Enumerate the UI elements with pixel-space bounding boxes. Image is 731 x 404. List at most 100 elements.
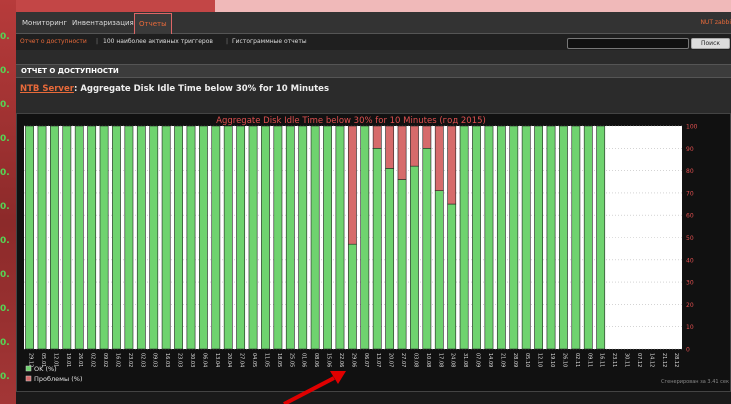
subnav-bar-reports[interactable]: Гистограммные отчеты: [232, 34, 307, 50]
x-tick-label: 31.08: [462, 353, 468, 367]
pink-strip: [215, 0, 731, 12]
x-tick-label: 18.05: [276, 353, 282, 367]
y-tick-label: 10: [686, 324, 694, 331]
bar-ok: [534, 125, 544, 350]
y-tick-label: 100: [686, 124, 698, 131]
legend-label: OK (%): [34, 365, 57, 373]
bar-ok: [310, 125, 320, 350]
x-tick-label: 09.11: [586, 353, 592, 367]
x-tick-label: 26.10: [561, 353, 567, 367]
x-tick-label: 05.10: [524, 353, 530, 367]
y-tick-label: 0: [686, 347, 690, 354]
x-tick-label: 25.05: [288, 353, 294, 367]
bar-ok: [273, 125, 283, 350]
y-tick-label: 60: [686, 213, 694, 220]
search-button[interactable]: Поиск: [691, 38, 730, 49]
x-tick-label: 23.11: [611, 353, 617, 367]
x-tick-label: 19.01: [65, 353, 71, 367]
x-tick-label: 13.04: [214, 353, 220, 367]
edge-digit: 0.: [0, 338, 10, 348]
bar-ok: [25, 125, 34, 350]
bar-ok: [223, 125, 233, 350]
x-tick-label: 29.12: [28, 353, 34, 367]
y-tick-label: 80: [686, 168, 694, 175]
x-tick-label: 09.02: [102, 353, 108, 367]
x-tick-label: 13.07: [375, 353, 381, 367]
x-tick-label: 15.06: [326, 353, 332, 367]
bar-problem: [397, 125, 407, 180]
x-tick-label: 14.09: [487, 353, 493, 367]
x-tick-label: 30.03: [189, 353, 195, 367]
bar-ok: [583, 125, 593, 350]
bar-ok: [37, 125, 47, 350]
bar-ok: [136, 125, 146, 350]
bar-ok: [99, 125, 109, 350]
subnav-separator: |: [226, 38, 229, 45]
bar-ok: [546, 125, 556, 350]
host-link[interactable]: NTB Server: [20, 84, 74, 94]
x-tick-label: 06.04: [201, 353, 207, 367]
subnav-top-triggers[interactable]: 100 наиболее активных триггеров: [103, 34, 213, 50]
x-tick-label: 23.02: [127, 353, 133, 367]
bar-ok: [285, 125, 295, 350]
bar-problem: [385, 125, 395, 169]
y-tick-label: 40: [686, 257, 694, 264]
bar-ok: [496, 125, 506, 350]
x-tick-label: 24.08: [450, 353, 456, 367]
bar-ok: [74, 125, 84, 350]
edge-digit: 0.: [0, 202, 10, 212]
x-tick-label: 20.04: [226, 353, 232, 367]
x-tick-label: 16.03: [164, 353, 170, 367]
chart-title: Aggregate Disk Idle Time below 30% for 1…: [216, 116, 486, 126]
x-tick-label: 08.06: [313, 353, 319, 367]
x-tick-label: 19.10: [549, 353, 555, 367]
x-tick-label: 28.12: [673, 353, 679, 367]
x-tick-label: 06.07: [363, 353, 369, 367]
x-tick-label: 28.09: [512, 353, 518, 367]
tab-reports[interactable]: Отчеты: [134, 13, 172, 34]
x-tick-label: 29.06: [350, 353, 356, 367]
legend-swatch: [25, 365, 32, 372]
bar-ok: [211, 125, 221, 350]
bar-ok: [161, 125, 171, 350]
y-tick-label: 30: [686, 280, 694, 287]
bar-ok: [124, 125, 134, 350]
x-tick-label: 21.09: [499, 353, 505, 367]
bar-ok: [87, 125, 97, 350]
y-tick-label: 70: [686, 190, 694, 197]
bar-ok: [149, 125, 159, 350]
zabbix-window: Мониторинг Инвентаризация Отчеты NUT zab…: [16, 12, 731, 404]
bar-problem: [434, 125, 444, 191]
trigger-name: Aggregate Disk Idle Time below 30% for 1…: [80, 84, 329, 94]
bar-ok: [50, 125, 59, 350]
bar-ok: [571, 125, 581, 350]
footer-strip: [16, 392, 731, 404]
bar-ok: [323, 125, 332, 350]
x-tick-label: 02.02: [90, 353, 96, 367]
x-tick-label: 07.09: [475, 353, 481, 367]
x-tick-label: 16.02: [114, 353, 120, 367]
x-tick-label: 04.05: [251, 353, 257, 367]
x-tick-label: 27.04: [239, 353, 245, 367]
bar-ok: [199, 125, 208, 350]
bar-ok: [62, 125, 72, 350]
search-input[interactable]: [567, 38, 689, 49]
bar-ok: [521, 125, 531, 350]
bar-ok: [261, 125, 270, 350]
x-tick-label: 27.07: [400, 353, 406, 367]
tab-inventory[interactable]: Инвентаризация: [68, 13, 138, 34]
edge-digit: 0.: [0, 168, 10, 178]
user-label[interactable]: NUT zabbi: [700, 12, 731, 34]
x-tick-label: 20.07: [388, 353, 394, 367]
x-tick-label: 14.12: [648, 353, 654, 367]
edge-digit: 0.: [0, 304, 10, 314]
x-tick-label: 22.06: [338, 353, 344, 367]
tab-monitoring[interactable]: Мониторинг: [18, 13, 71, 34]
bar-problem: [447, 125, 457, 205]
x-tick-label: 03.08: [412, 353, 418, 367]
subnav-availability-report[interactable]: Отчет о доступности: [20, 34, 87, 50]
bar-ok: [447, 203, 457, 350]
x-tick-label: 23.03: [177, 353, 183, 367]
bar-ok: [434, 190, 444, 350]
x-tick-label: 30.11: [624, 353, 630, 367]
